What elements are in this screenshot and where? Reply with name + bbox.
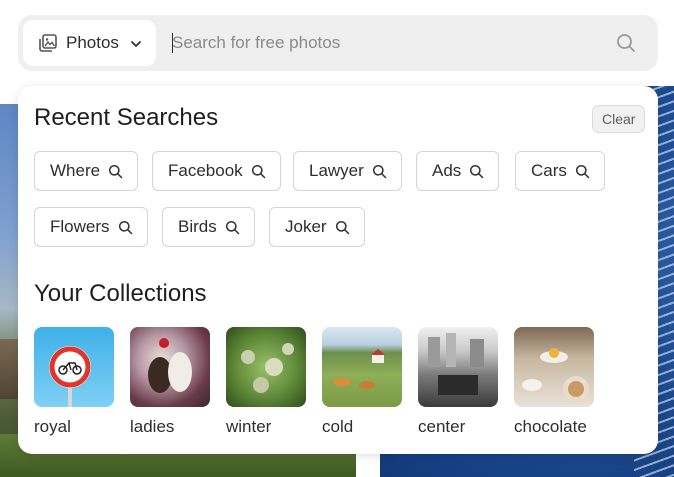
media-type-label: Photos	[66, 33, 119, 52]
search-icon	[575, 164, 590, 179]
collection-name: cold	[322, 417, 354, 436]
collection-card[interactable]: ladies	[130, 327, 210, 437]
clear-button[interactable]: Clear	[592, 105, 646, 133]
search-input[interactable]	[172, 27, 592, 59]
search-icon	[372, 164, 387, 179]
search-icon	[469, 164, 484, 179]
collection-card[interactable]: chocolate	[514, 327, 594, 437]
recent-search-chip[interactable]: Cars	[515, 151, 605, 191]
search-icon	[251, 164, 266, 179]
recent-search-chip[interactable]: Birds	[162, 207, 255, 247]
recent-search-chip[interactable]: Joker	[269, 207, 365, 247]
recent-search-label: Flowers	[50, 217, 110, 236]
recent-search-label: Joker	[285, 217, 327, 236]
chevron-down-icon	[129, 36, 143, 50]
recent-searches-title: Recent Searches	[34, 104, 219, 131]
recent-search-chip[interactable]: Lawyer	[293, 151, 402, 191]
recent-search-label: Facebook	[168, 161, 243, 180]
search-icon[interactable]	[614, 31, 638, 55]
recent-search-label: Lawyer	[309, 161, 364, 180]
collection-name: center	[418, 417, 466, 436]
collection-thumbnail[interactable]	[322, 327, 402, 407]
recent-search-chip[interactable]: Ads	[416, 151, 500, 191]
recent-search-chip[interactable]: Flowers	[34, 207, 148, 247]
collection-name: chocolate	[514, 417, 587, 436]
search-bar: Photos	[18, 15, 658, 71]
recent-search-label: Cars	[531, 161, 567, 180]
collection-card[interactable]: center	[418, 327, 498, 437]
collection-thumbnail[interactable]	[514, 327, 594, 407]
search-icon	[335, 220, 350, 235]
search-icon	[118, 220, 133, 235]
search-icon	[225, 220, 240, 235]
collection-thumbnail[interactable]	[418, 327, 498, 407]
search-icon	[108, 164, 123, 179]
collection-card[interactable]: royal	[34, 327, 114, 437]
collection-card[interactable]: cold	[322, 327, 402, 437]
collection-name: ladies	[130, 417, 175, 436]
collection-name: winter	[226, 417, 272, 436]
recent-search-label: Birds	[178, 217, 217, 236]
search-suggestions-panel: Recent Searches Clear Where Facebook Law…	[18, 86, 658, 454]
recent-search-label: Ads	[432, 161, 462, 180]
image-gallery-icon	[38, 33, 58, 53]
text-cursor	[172, 33, 173, 53]
collection-thumbnail[interactable]	[130, 327, 210, 407]
page: Photos Recent Searches Clear Where Faceb…	[0, 0, 674, 477]
collection-thumbnail[interactable]	[34, 327, 114, 407]
collection-thumbnail[interactable]	[226, 327, 306, 407]
collection-card[interactable]: winter	[226, 327, 306, 437]
collection-name: royal	[34, 417, 71, 436]
recent-search-chip[interactable]: Where	[34, 151, 139, 191]
your-collections-title: Your Collections	[34, 280, 207, 307]
recent-search-label: Where	[50, 161, 101, 180]
recent-search-chip[interactable]: Facebook	[152, 151, 281, 191]
media-type-dropdown[interactable]: Photos	[23, 20, 156, 66]
